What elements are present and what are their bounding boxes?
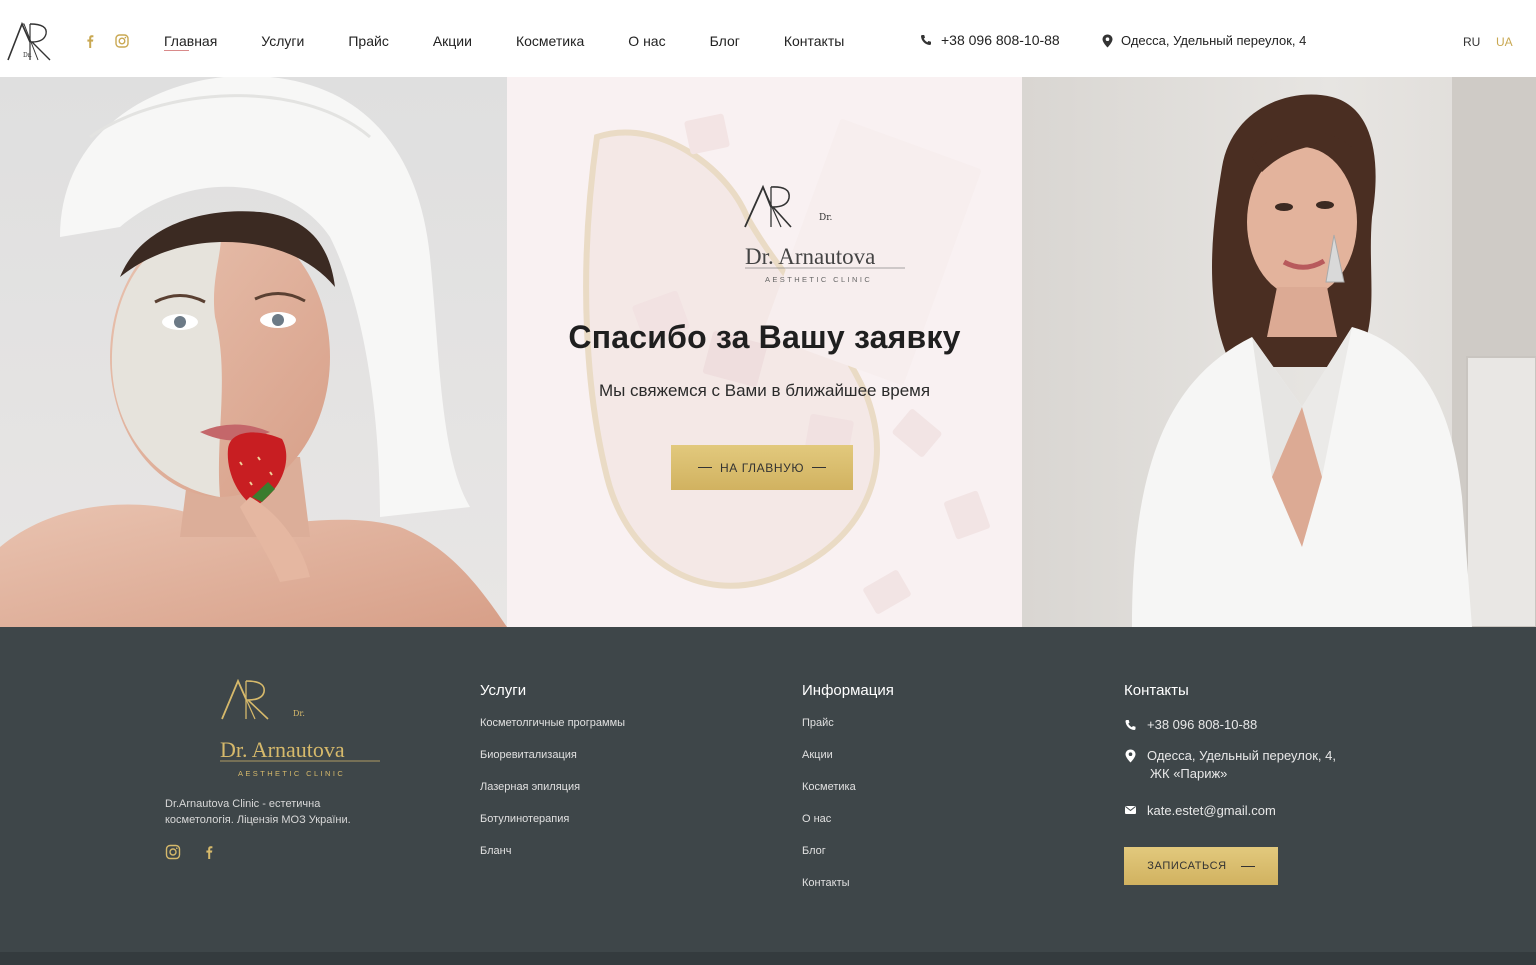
nav-about[interactable]: О нас [628, 33, 665, 49]
footer-address-line1: Одесса, Удельный переулок, 4, [1147, 748, 1336, 763]
footer-info-list: Прайс Акции Косметика О нас Блог Контакт… [802, 717, 894, 890]
nav-contacts[interactable]: Контакты [784, 33, 844, 49]
location-pin-icon [1125, 749, 1136, 763]
hero-photo-left [0, 77, 507, 627]
to-home-button-label: НА ГЛАВНУЮ [719, 460, 805, 475]
footer-address[interactable]: Одесса, Удельный переулок, 4, ЖК «Париж» [1124, 747, 1384, 783]
dash-left-icon [697, 467, 712, 468]
nav-services[interactable]: Услуги [261, 33, 304, 49]
header-phone[interactable]: +38 096 808-10-88 [920, 32, 1060, 48]
svg-text:Dr.: Dr. [23, 52, 32, 59]
footer-info: Информация Прайс Акции Косметика О нас Б… [802, 682, 894, 909]
footer-info-link[interactable]: Блог [802, 845, 894, 858]
book-appointment-label: ЗАПИСАТЬСЯ [1147, 860, 1227, 872]
footer-email-text: kate.estet@gmail.com [1147, 803, 1276, 818]
svg-text:Dr. Arnautova: Dr. Arnautova [220, 737, 345, 762]
facebook-icon[interactable] [201, 844, 217, 860]
instagram-icon[interactable] [165, 844, 181, 860]
footer-info-link[interactable]: Акции [802, 749, 894, 762]
hero-photo-right [1022, 77, 1536, 627]
footer-email[interactable]: kate.estet@gmail.com [1124, 803, 1384, 818]
header-address-text: Одесса, Удельный переулок, 4 [1121, 33, 1307, 48]
hero-title: Спасибо за Вашу заявку [568, 319, 961, 355]
brand-logo: Dr. Dr. Arnautova AESTHETIC CLINIC [744, 184, 905, 284]
footer-service-link[interactable]: Ботулинотерапия [480, 813, 625, 826]
hero-center-panel: Dr. Dr. Arnautova AESTHETIC CLINIC Спаси… [507, 77, 1022, 627]
footer-social [165, 844, 217, 860]
footer-services: Услуги Косметолгичные программы Биоревит… [480, 682, 625, 877]
footer-contacts-title: Контакты [1124, 682, 1189, 699]
footer-services-title: Услуги [480, 682, 527, 699]
header-social [82, 33, 130, 49]
hero-section: Dr. Dr. Arnautova AESTHETIC CLINIC Спаси… [0, 77, 1536, 627]
footer-info-link[interactable]: О нас [802, 813, 894, 826]
nav-blog[interactable]: Блог [710, 33, 740, 49]
to-home-button[interactable]: НА ГЛАВНУЮ [671, 445, 853, 490]
footer-contacts: Контакты +38 096 808-10-88 Одесса, Удель… [1124, 682, 1384, 902]
header-phone-text: +38 096 808-10-88 [941, 32, 1060, 48]
footer-info-link[interactable]: Косметика [802, 781, 894, 794]
phone-icon [921, 35, 931, 45]
nav-price[interactable]: Прайс [348, 33, 388, 49]
footer-phone-text: +38 096 808-10-88 [1147, 717, 1258, 732]
footer-info-link[interactable]: Прайс [802, 717, 894, 730]
nav-promotions[interactable]: Акции [433, 33, 472, 49]
footer-description: Dr.Arnautova Clinic - естетична косметол… [165, 798, 351, 826]
footer-bottom-bar [0, 952, 1536, 965]
footer-address-line2: ЖК «Париж» [1150, 766, 1228, 781]
svg-text:Dr.: Dr. [819, 213, 833, 223]
lang-ru[interactable]: RU [1463, 35, 1480, 49]
footer-address-text: Одесса, Удельный переулок, 4, ЖК «Париж» [1147, 747, 1336, 783]
footer-phone[interactable]: +38 096 808-10-88 [1124, 717, 1384, 732]
svg-text:Dr.: Dr. [293, 709, 305, 718]
lang-ua[interactable]: UA [1496, 35, 1513, 49]
footer-service-link[interactable]: Биоревитализация [480, 749, 625, 762]
svg-text:AESTHETIC CLINIC: AESTHETIC CLINIC [765, 275, 872, 284]
footer-service-link[interactable]: Бланч [480, 845, 625, 858]
dash-icon [1240, 865, 1255, 867]
site-header: Dr. Главная Услуги Прайс Акции Косметика… [0, 0, 1536, 77]
facebook-icon[interactable] [82, 33, 98, 49]
footer-service-link[interactable]: Косметолгичные программы [480, 717, 625, 730]
nav-home[interactable]: Главная [164, 33, 217, 51]
instagram-icon[interactable] [114, 33, 130, 49]
main-nav: Главная Услуги Прайс Акции Косметика О н… [164, 33, 888, 51]
svg-text:Dr. Arnautova: Dr. Arnautova [745, 244, 875, 269]
thank-you-block: Dr. Dr. Arnautova AESTHETIC CLINIC Спаси… [507, 77, 1022, 627]
phone-icon [1125, 720, 1136, 730]
footer-service-link[interactable]: Лазерная эпиляция [480, 781, 625, 794]
dash-right-icon [812, 467, 827, 468]
nav-cosmetics[interactable]: Косметика [516, 33, 584, 49]
footer-services-list: Косметолгичные программы Биоревитализаци… [480, 717, 625, 858]
footer-info-link[interactable]: Контакты [802, 877, 894, 890]
svg-text:AESTHETIC CLINIC: AESTHETIC CLINIC [238, 769, 345, 778]
site-footer: Dr. Dr. Arnautova AESTHETIC CLINIC Dr.Ar… [0, 627, 1536, 952]
woman-mask-illustration [0, 77, 507, 627]
footer-brand-logo[interactable]: Dr. Dr. Arnautova AESTHETIC CLINIC [218, 679, 383, 784]
mail-icon [1125, 806, 1136, 814]
woman-blazer-illustration [1132, 77, 1536, 627]
location-pin-icon [1102, 34, 1113, 47]
book-appointment-button[interactable]: ЗАПИСАТЬСЯ [1124, 847, 1278, 885]
logo-icon[interactable]: Dr. [6, 20, 54, 62]
footer-info-title: Информация [802, 682, 894, 699]
hero-subtitle: Мы свяжемся с Вами в ближайшее время [598, 381, 931, 400]
header-address[interactable]: Одесса, Удельный переулок, 4 [1102, 33, 1306, 48]
